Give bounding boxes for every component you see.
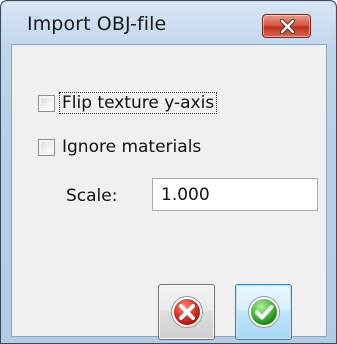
checkmark-icon [248,296,280,328]
ignore-materials-checkbox[interactable] [38,138,55,156]
close-button[interactable] [262,14,311,38]
window-title: Import OBJ-file [27,13,167,35]
title-bar[interactable]: Import OBJ-file [2,2,335,44]
ok-button[interactable] [235,284,292,340]
cancel-icon [171,296,203,328]
ignore-materials-option[interactable]: Ignore materials [38,135,203,159]
ignore-materials-label[interactable]: Ignore materials [60,137,203,157]
flip-texture-option[interactable]: Flip texture y-axis [38,91,218,115]
flip-texture-checkbox[interactable] [38,94,55,112]
dialog-body: Flip texture y-axis Ignore materials Sca… [11,44,327,340]
flip-texture-label[interactable]: Flip texture y-axis [58,92,218,114]
cancel-button[interactable] [158,284,215,340]
scale-label: Scale: [66,186,118,206]
scale-input[interactable] [152,178,318,211]
dialog-window: Import OBJ-file Flip texture y-axis Igno… [0,0,337,344]
close-icon [279,19,296,34]
